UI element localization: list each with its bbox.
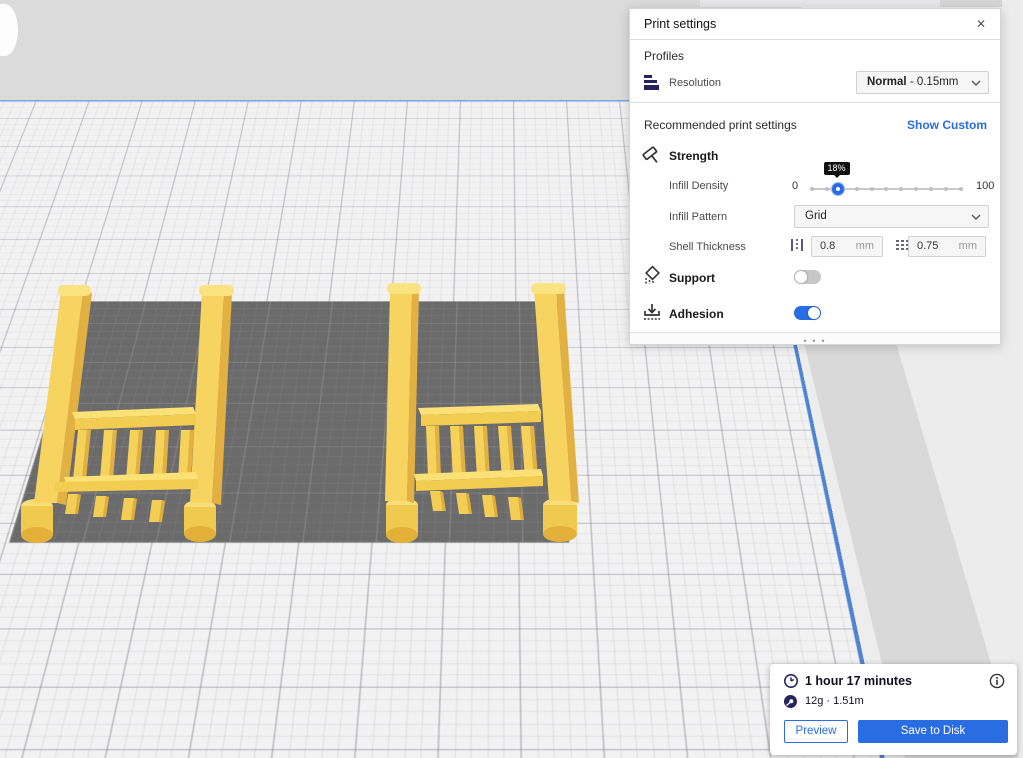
panel-resize-handle[interactable]: • • •	[630, 332, 1000, 344]
vertical-walls-icon	[789, 237, 805, 253]
slider-tooltip: 18%	[824, 162, 850, 175]
resolution-dropdown[interactable]: Normal - 0.15mm	[856, 71, 989, 94]
show-custom-link[interactable]: Show Custom	[907, 118, 987, 132]
infill-density-slider[interactable]: 18%	[810, 182, 963, 196]
layers-icon	[641, 71, 663, 93]
clock-icon	[783, 673, 799, 689]
adhesion-toggle[interactable]	[794, 306, 821, 320]
top-bottom-unit: mm	[959, 237, 977, 256]
save-to-disk-button[interactable]: Save to Disk	[858, 720, 1008, 743]
application-window: Print settings ✕ Profiles Resolution Nor…	[0, 0, 1023, 758]
divider	[630, 39, 1000, 40]
adhesion-icon	[641, 301, 663, 323]
spool-icon	[783, 694, 798, 709]
preview-button[interactable]: Preview	[784, 720, 848, 743]
print-settings-panel: Print settings ✕ Profiles Resolution Nor…	[629, 8, 1001, 345]
slider-min-label: 0	[792, 180, 798, 192]
panel-title: Print settings	[644, 17, 716, 31]
resolution-label: Resolution	[669, 77, 721, 89]
resolution-value-bold: Normal	[867, 76, 907, 88]
material-estimate: 12g · 1.51m	[805, 695, 864, 707]
infill-pattern-label: Infill Pattern	[669, 211, 727, 223]
support-icon	[641, 265, 663, 287]
toggle-knob	[808, 307, 820, 319]
resolution-value-rest: - 0.15mm	[907, 76, 959, 88]
profiles-heading: Profiles	[644, 49, 684, 63]
top-bottom-thickness-input[interactable]: 0.75 mm	[908, 236, 986, 257]
slider-max-label: 100	[976, 180, 994, 192]
infill-pattern-dropdown[interactable]: Grid	[794, 205, 989, 228]
shell-thickness-label: Shell Thickness	[669, 241, 746, 253]
adhesion-label: Adhesion	[669, 307, 724, 321]
chevron-down-icon	[971, 214, 981, 220]
wall-thickness-unit: mm	[856, 237, 874, 256]
support-toggle[interactable]	[794, 270, 821, 284]
divider	[630, 102, 1000, 103]
infill-density-row: Infill Density 0 18% 100	[630, 177, 1000, 197]
strength-label: Strength	[669, 149, 718, 163]
model-fence-gate-2[interactable]	[385, 283, 579, 543]
infill-density-label: Infill Density	[669, 180, 728, 192]
print-settings-header: Print settings ✕	[630, 9, 1000, 39]
wall-thickness-value: 0.8	[820, 240, 835, 252]
infill-pattern-value: Grid	[805, 210, 827, 222]
print-time-estimate: 1 hour 17 minutes	[805, 674, 912, 688]
recommended-heading: Recommended print settings	[644, 118, 797, 132]
top-bottom-value: 0.75	[917, 240, 938, 252]
chevron-down-icon	[971, 80, 981, 86]
hammer-icon	[641, 145, 663, 167]
toggle-knob	[795, 271, 807, 283]
support-label: Support	[669, 271, 715, 285]
infill-slider-handle[interactable]	[831, 182, 845, 196]
print-summary-panel: 1 hour 17 minutes 12g · 1.51m Preview Sa…	[770, 664, 1017, 755]
close-icon[interactable]: ✕	[972, 15, 990, 33]
info-icon[interactable]	[989, 673, 1005, 689]
model-fence-gate-1[interactable]	[21, 285, 234, 543]
wall-thickness-input[interactable]: 0.8 mm	[811, 236, 883, 257]
